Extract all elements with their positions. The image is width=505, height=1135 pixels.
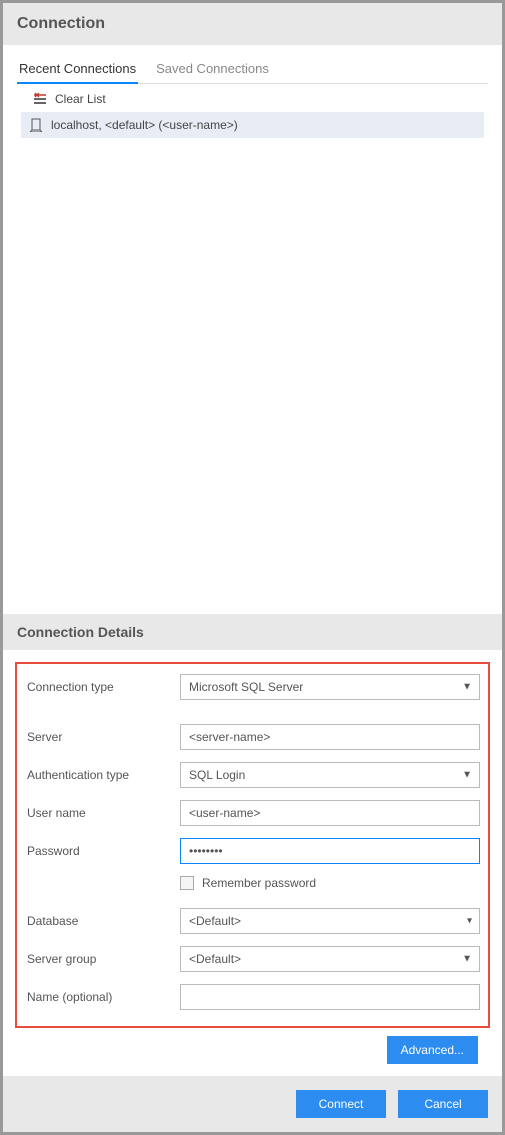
- server-group-label: Server group: [25, 952, 180, 966]
- auth-type-value: SQL Login: [180, 762, 480, 788]
- advanced-button[interactable]: Advanced...: [387, 1036, 478, 1064]
- dialog-title: Connection: [17, 15, 488, 33]
- connection-type-select[interactable]: Microsoft SQL Server ▼: [180, 674, 480, 700]
- details-panel: Connection type Microsoft SQL Server ▼ S…: [3, 650, 502, 1076]
- clear-list-label: Clear List: [55, 92, 106, 106]
- database-value: <Default>: [180, 908, 480, 934]
- connection-type-value: Microsoft SQL Server: [180, 674, 480, 700]
- row-connection-type: Connection type Microsoft SQL Server ▼: [25, 674, 480, 700]
- row-server-group: Server group <Default> ▼: [25, 946, 480, 972]
- name-label: Name (optional): [25, 990, 180, 1004]
- server-icon: [29, 118, 43, 132]
- user-input[interactable]: [180, 800, 480, 826]
- row-name: Name (optional): [25, 984, 480, 1010]
- auth-type-select[interactable]: SQL Login ▼: [180, 762, 480, 788]
- remember-password-label: Remember password: [202, 876, 316, 890]
- auth-type-label: Authentication type: [25, 768, 180, 782]
- database-select[interactable]: <Default> ▾: [180, 908, 480, 934]
- database-label: Database: [25, 914, 180, 928]
- dialog-header: Connection: [3, 3, 502, 45]
- connect-button[interactable]: Connect: [296, 1090, 386, 1118]
- advanced-row: Advanced...: [15, 1028, 490, 1064]
- password-input[interactable]: [180, 838, 480, 864]
- recent-connection-item[interactable]: localhost, <default> (<user-name>): [21, 112, 484, 138]
- details-section-title: Connection Details: [3, 614, 502, 650]
- connections-panel: Recent Connections Saved Connections Cle…: [3, 45, 502, 614]
- connection-dialog: Connection Recent Connections Saved Conn…: [0, 0, 505, 1135]
- row-database: Database <Default> ▾: [25, 908, 480, 934]
- row-auth-type: Authentication type SQL Login ▼: [25, 762, 480, 788]
- server-input[interactable]: [180, 724, 480, 750]
- cancel-button[interactable]: Cancel: [398, 1090, 488, 1118]
- recent-connection-text: localhost, <default> (<user-name>): [51, 118, 238, 132]
- tab-saved-connections[interactable]: Saved Connections: [154, 55, 271, 83]
- row-user: User name: [25, 800, 480, 826]
- server-group-select[interactable]: <Default> ▼: [180, 946, 480, 972]
- remember-password-checkbox[interactable]: [180, 876, 194, 890]
- password-label: Password: [25, 844, 180, 858]
- connection-type-label: Connection type: [25, 680, 180, 694]
- name-input[interactable]: [180, 984, 480, 1010]
- row-remember: Remember password: [180, 876, 480, 890]
- details-highlight: Connection type Microsoft SQL Server ▼ S…: [15, 662, 490, 1028]
- tabs: Recent Connections Saved Connections: [17, 55, 488, 84]
- row-server: Server: [25, 724, 480, 750]
- dialog-footer: Connect Cancel: [3, 1076, 502, 1132]
- clear-list-icon: [33, 92, 47, 106]
- clear-list-button[interactable]: Clear List: [17, 84, 488, 112]
- server-group-value: <Default>: [180, 946, 480, 972]
- server-label: Server: [25, 730, 180, 744]
- user-label: User name: [25, 806, 180, 820]
- tab-recent-connections[interactable]: Recent Connections: [17, 55, 138, 84]
- row-password: Password: [25, 838, 480, 864]
